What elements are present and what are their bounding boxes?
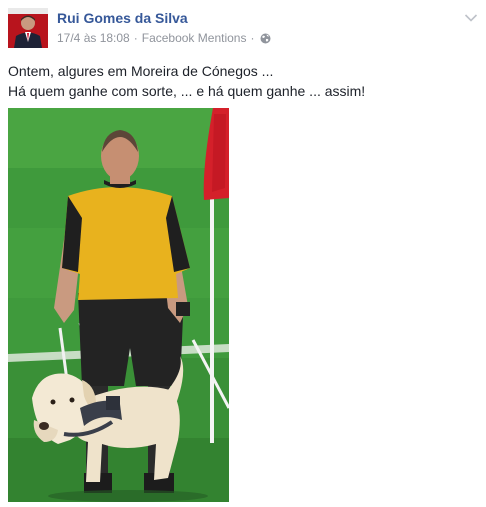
post-meta: 17/4 às 18:08 · Facebook Mentions · — [57, 31, 271, 45]
post-message: Ontem, algures em Moreira de Cónegos ...… — [8, 61, 365, 101]
post-text-line: Há quem ganhe com sorte, ... e há quem g… — [8, 83, 366, 99]
avatar-image — [8, 8, 48, 48]
post-photo[interactable] — [8, 108, 231, 502]
post-timestamp-link[interactable]: 17/4 às 18:08 — [57, 31, 130, 45]
post-text-line: Ontem, algures em Moreira de Cónegos ... — [8, 63, 274, 79]
post-source-link[interactable]: Facebook Mentions — [142, 31, 247, 45]
meta-separator: · — [133, 31, 138, 45]
post: Rui Gomes da Silva 17/4 às 18:08 · Faceb… — [0, 0, 486, 507]
photo-image — [8, 108, 231, 502]
meta-separator: · — [250, 31, 255, 45]
chevron-down-icon[interactable] — [464, 10, 478, 22]
author-avatar[interactable] — [8, 8, 48, 48]
author-name-link[interactable]: Rui Gomes da Silva — [57, 10, 188, 26]
globe-icon[interactable] — [260, 33, 271, 44]
